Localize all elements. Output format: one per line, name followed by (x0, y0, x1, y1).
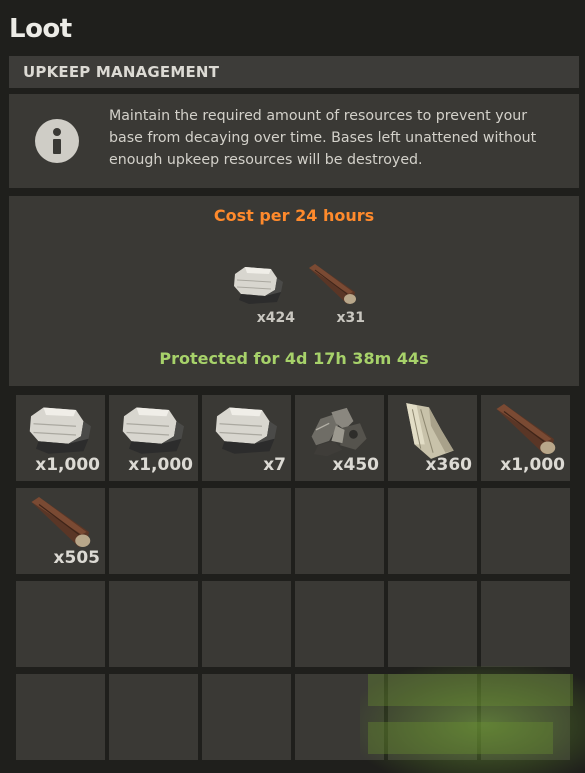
cost-qty-wood: x31 (336, 310, 365, 326)
inventory-slot-13[interactable] (16, 581, 105, 667)
inventory-slot-8[interactable] (109, 488, 198, 574)
inventory-slot-9[interactable] (202, 488, 291, 574)
inventory-slot-1[interactable]: x1,000 (16, 395, 105, 481)
inventory-slot-14[interactable] (109, 581, 198, 667)
inventory-slot-4[interactable]: x450 (295, 395, 384, 481)
inventory-slot-6[interactable]: x1,000 (481, 395, 570, 481)
cost-item-wood[interactable]: x31 (299, 264, 369, 326)
inventory-slot-18[interactable] (481, 581, 570, 667)
wood-icon (31, 497, 91, 547)
inventory-slot-21[interactable] (202, 674, 291, 760)
inventory-slot-11[interactable] (388, 488, 477, 574)
slot-qty: x360 (425, 455, 472, 475)
inventory-slot-15[interactable] (202, 581, 291, 667)
upkeep-header: UPKEEP MANAGEMENT (9, 56, 579, 88)
inventory-slot-5[interactable]: x360 (388, 395, 477, 481)
inventory-slot-17[interactable] (388, 581, 477, 667)
upkeep-info-panel: Maintain the required amount of resource… (9, 94, 579, 188)
slot-qty: x1,000 (500, 455, 565, 475)
inventory-slot-3[interactable]: x7 (202, 395, 291, 481)
metal-fragments-icon (311, 407, 367, 457)
inventory-slot-7[interactable]: x505 (16, 488, 105, 574)
window-title: Loot (9, 14, 72, 44)
upkeep-info-text: Maintain the required amount of resource… (109, 108, 537, 168)
wood-icon (496, 404, 556, 454)
inventory-slot-19[interactable] (16, 674, 105, 760)
stone-icon (29, 407, 91, 454)
cloth-icon (406, 403, 454, 459)
slot-qty: x7 (263, 455, 286, 475)
slot-qty: x1,000 (128, 455, 193, 475)
faded-button-bottom (368, 722, 553, 754)
wood-icon (309, 264, 356, 304)
slot-qty: x450 (332, 455, 379, 475)
protected-time: Protected for 4d 17h 38m 44s (159, 349, 429, 368)
cost-qty-stone: x424 (256, 310, 295, 326)
inventory-slot-20[interactable] (109, 674, 198, 760)
slot-qty: x1,000 (35, 455, 100, 475)
inventory-slot-16[interactable] (295, 581, 384, 667)
inventory-grid: x1,000 x1,000 x7 x450 x360 x1,000 x505 (16, 395, 578, 767)
stone-icon (215, 407, 277, 454)
inventory-slot-12[interactable] (481, 488, 570, 574)
info-icon (35, 119, 79, 163)
slot-qty: x505 (53, 548, 100, 568)
upkeep-cost-panel: Cost per 24 hours x424 x31 Protected for… (9, 196, 579, 386)
inventory-slot-2[interactable]: x1,000 (109, 395, 198, 481)
stone-icon (234, 267, 283, 304)
faded-button-top (368, 674, 573, 706)
cost-item-stone[interactable]: x424 (229, 266, 299, 326)
inventory-slot-10[interactable] (295, 488, 384, 574)
cost-title: Cost per 24 hours (213, 206, 375, 225)
upkeep-header-label: UPKEEP MANAGEMENT (23, 63, 220, 81)
stone-icon (122, 407, 184, 454)
